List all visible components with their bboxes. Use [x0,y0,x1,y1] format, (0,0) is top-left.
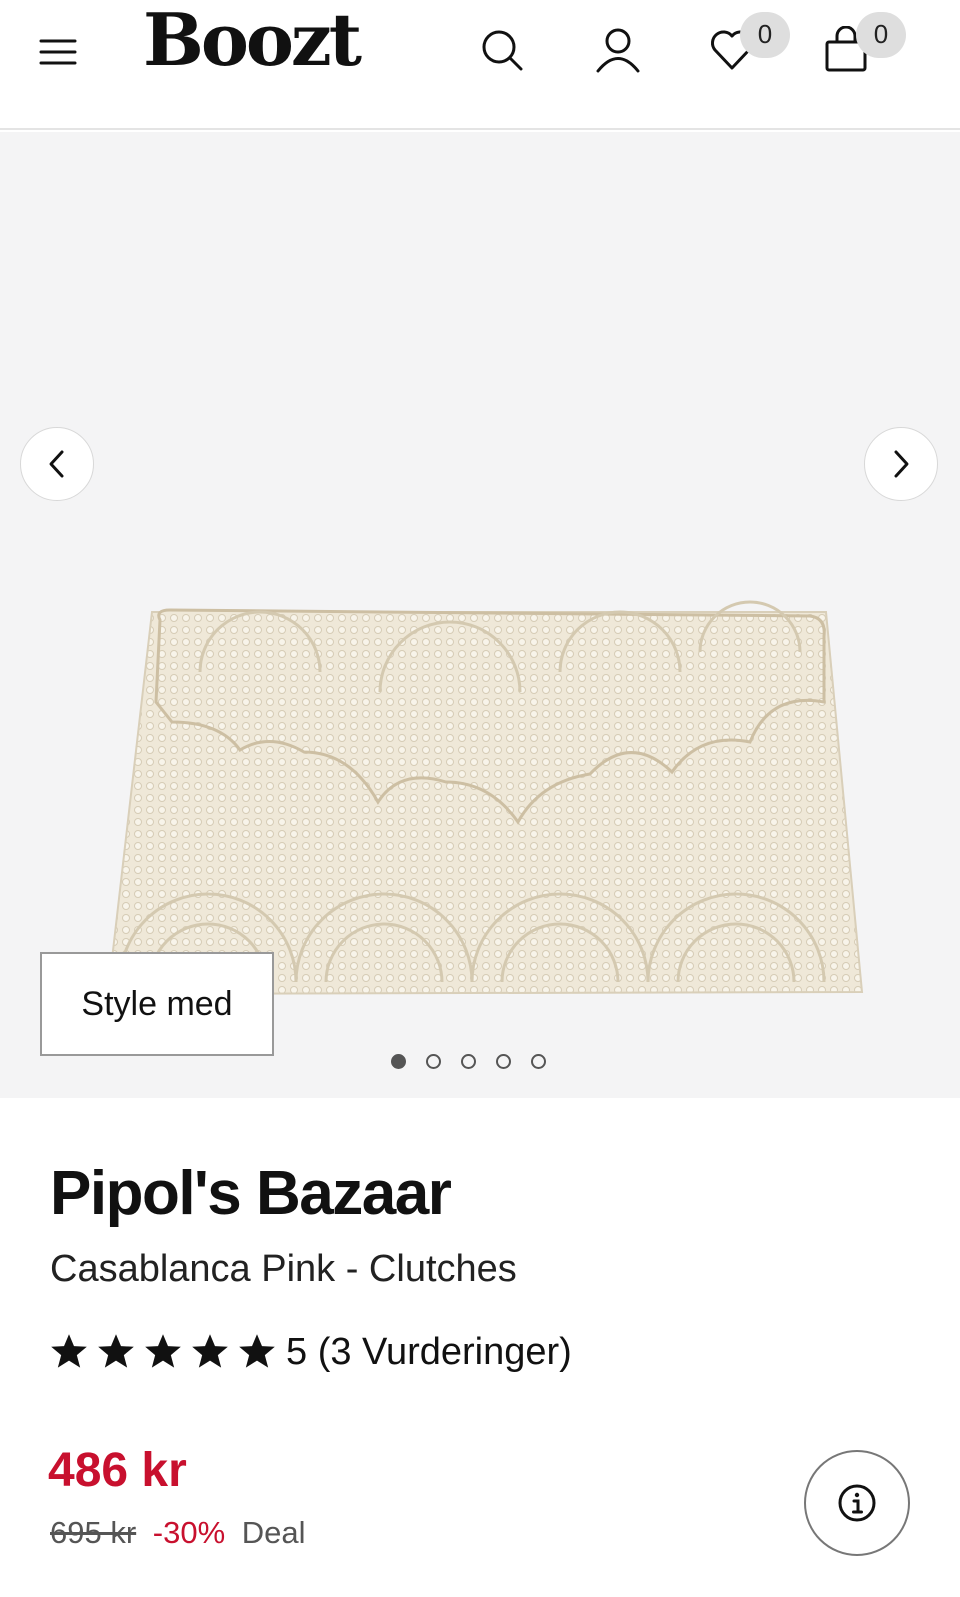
boozt-logo[interactable]: Boozt [143,4,362,76]
site-header: Boozt 0 0 [0,0,960,130]
chevron-left-icon [49,450,64,478]
star-icon [51,1334,87,1368]
price-info-button[interactable] [804,1450,910,1556]
info-icon [838,1484,876,1522]
chevron-right-icon [894,450,909,478]
price-details: 695 kr -30% Deal [50,1517,306,1548]
star-icon [145,1334,181,1368]
style-with-button[interactable]: Style med [40,952,274,1056]
previous-image-button[interactable] [20,427,94,501]
gallery-dot[interactable] [391,1054,406,1069]
star-icon [239,1334,275,1368]
next-image-button[interactable] [864,427,938,501]
product-brand[interactable]: Pipol's Bazaar [50,1163,452,1225]
menu-icon[interactable] [38,36,78,68]
gallery-dot[interactable] [426,1054,441,1069]
gallery-pagination [391,1054,546,1069]
star-icon [98,1334,134,1368]
gallery-dot[interactable] [496,1054,511,1069]
deal-label: Deal [241,1515,306,1550]
star-icon [192,1334,228,1368]
discount-percent: -30% [152,1515,226,1550]
product-rating[interactable]: 5 (3 Vurderinger) [50,1330,572,1374]
rating-text: 5 (3 Vurderinger) [286,1330,572,1373]
wishlist-count-badge: 0 [740,12,790,58]
product-name: Casablanca Pink - Clutches [50,1248,517,1290]
gallery-dot[interactable] [461,1054,476,1069]
user-icon[interactable] [594,26,642,74]
rating-stars [50,1333,276,1371]
search-icon[interactable] [478,26,526,74]
current-price: 486 kr [48,1444,187,1497]
cart-count-badge: 0 [856,12,906,58]
old-price: 695 kr [50,1515,137,1550]
product-image-gallery[interactable]: Style med [0,132,960,1098]
gallery-dot[interactable] [531,1054,546,1069]
